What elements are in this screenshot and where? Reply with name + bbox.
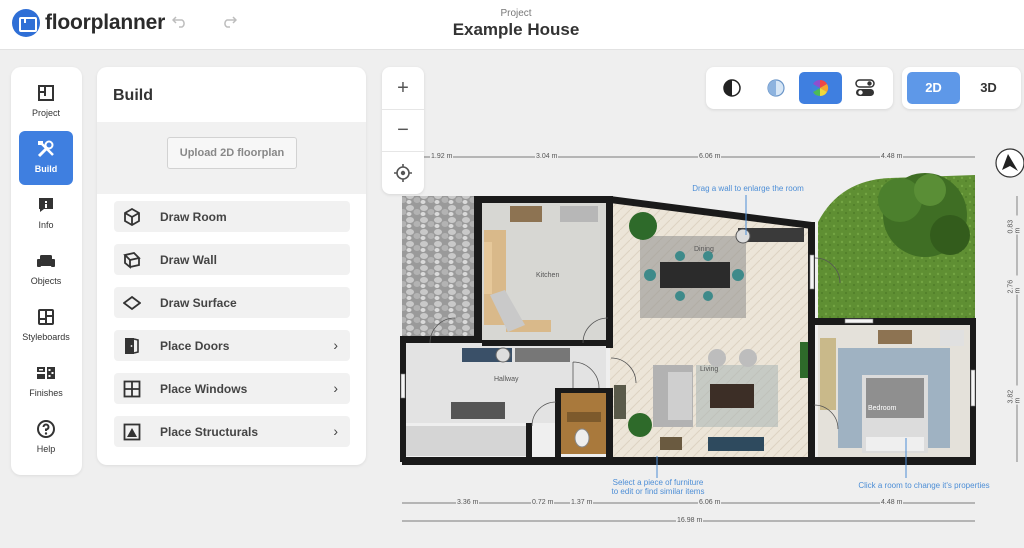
dimension-toggle: 2D 3D — [902, 67, 1021, 109]
divider — [382, 151, 424, 152]
hint-select-furniture-2: to edit or find similar items — [611, 487, 705, 496]
dimension-label: 4.48 m — [880, 499, 904, 506]
tv-stand[interactable] — [708, 437, 764, 451]
room-label-bedroom[interactable]: Bedroom — [868, 405, 896, 412]
shelf[interactable] — [614, 385, 626, 419]
armchair[interactable] — [708, 349, 726, 367]
view-settings-button[interactable] — [843, 72, 886, 104]
dimension-label: 1.37 m — [570, 499, 594, 506]
dimension-label: 4.48 m — [880, 153, 904, 160]
hallway-bench[interactable] — [515, 348, 570, 362]
room-label-dining[interactable]: Dining — [694, 246, 714, 253]
bedroom-nightstand[interactable] — [940, 330, 964, 346]
stone-path[interactable] — [402, 196, 477, 339]
dimension-label: 3.82 m — [1007, 385, 1022, 405]
compass-icon[interactable] — [995, 148, 1024, 178]
bedroom-cabinet[interactable] — [878, 330, 912, 344]
zoom-in-button[interactable]: + — [388, 73, 418, 103]
plant[interactable] — [629, 212, 657, 240]
kitchen-appliance[interactable] — [560, 206, 598, 222]
view-2d-button[interactable]: 2D — [907, 72, 960, 104]
dimension-label: 6.06 m — [698, 499, 722, 506]
coffee-table[interactable] — [710, 384, 754, 408]
kitchen-cabinet[interactable] — [510, 206, 542, 222]
zoom-controls: + − — [382, 67, 424, 194]
storage-floor[interactable] — [406, 426, 526, 456]
kitchen-shelf[interactable] — [484, 242, 492, 294]
hint-click-room: Click a room to change it's properties — [858, 481, 990, 490]
shoe-cabinet[interactable] — [451, 402, 505, 419]
dining-set[interactable] — [640, 236, 746, 318]
view-mode-tint-button[interactable] — [755, 72, 798, 104]
color-wheel-icon — [811, 79, 829, 97]
dimension-total-label: 16.98 m — [676, 517, 704, 524]
sofa[interactable] — [653, 365, 693, 427]
toilet[interactable] — [574, 428, 590, 448]
dimension-label: 6.06 m — [698, 153, 722, 160]
armchair[interactable] — [739, 349, 757, 367]
toggle-icon — [855, 79, 875, 96]
bedroom-desk[interactable] — [820, 338, 836, 410]
view-mode-contrast-button[interactable] — [711, 72, 754, 104]
bench[interactable] — [660, 437, 682, 450]
view-3d-button[interactable]: 3D — [962, 72, 1015, 104]
dimension-label: 0.83 m — [1007, 215, 1022, 235]
dimension-label: 1.92 m — [430, 153, 454, 160]
dimension-label: 2.76 m — [1007, 275, 1022, 295]
contrast-icon — [723, 79, 741, 97]
toilet-shelf[interactable] — [567, 412, 601, 422]
dimension-label: 3.36 m — [456, 499, 480, 506]
bed[interactable] — [862, 375, 928, 453]
room-label-living[interactable]: Living — [700, 366, 718, 373]
divider — [382, 109, 424, 110]
view-mode-color-button[interactable] — [799, 72, 842, 104]
half-circle-icon — [767, 79, 785, 97]
plant[interactable] — [628, 413, 652, 437]
dimension-label: 3.04 m — [535, 153, 559, 160]
locate-button[interactable] — [388, 158, 418, 188]
locate-icon — [394, 164, 412, 182]
dimension-label: 0.72 m — [531, 499, 555, 506]
lamp[interactable] — [735, 228, 751, 244]
hint-drag-wall: Drag a wall to enlarge the room — [692, 184, 804, 193]
hint-select-furniture: Select a piece of furniture — [612, 478, 704, 487]
room-label-kitchen[interactable]: Kitchen — [536, 272, 559, 279]
room-label-hallway[interactable]: Hallway — [494, 376, 519, 383]
ceiling-fan[interactable] — [495, 347, 511, 363]
zoom-out-button[interactable]: − — [388, 115, 418, 145]
view-mode-group — [706, 67, 893, 109]
